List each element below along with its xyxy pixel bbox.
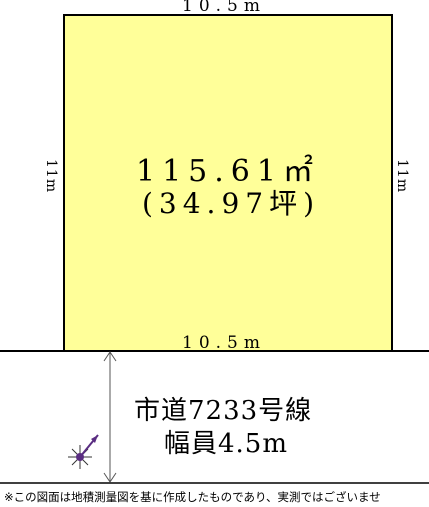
site-plan: 10.5m 115.61㎡ (34.97坪) 11m 11m 10.5m 市道7… bbox=[0, 0, 429, 504]
area-tsubo-label: (34.97坪) bbox=[142, 187, 320, 220]
left-depth-label: 11m bbox=[43, 159, 59, 193]
disclaimer-text: ※この図面は地積測量図を基に作成したものであり、実測ではございませ bbox=[4, 490, 381, 504]
right-depth-label: 11m bbox=[394, 159, 410, 193]
compass-icon bbox=[68, 434, 99, 469]
road-width-arrow bbox=[103, 351, 117, 483]
road-width-label: 幅員4.5m bbox=[164, 429, 288, 459]
area-sqm-label: 115.61㎡ bbox=[136, 154, 320, 189]
road-name-label: 市道7233号線 bbox=[134, 396, 312, 426]
top-width-label: 10.5m bbox=[182, 0, 266, 16]
